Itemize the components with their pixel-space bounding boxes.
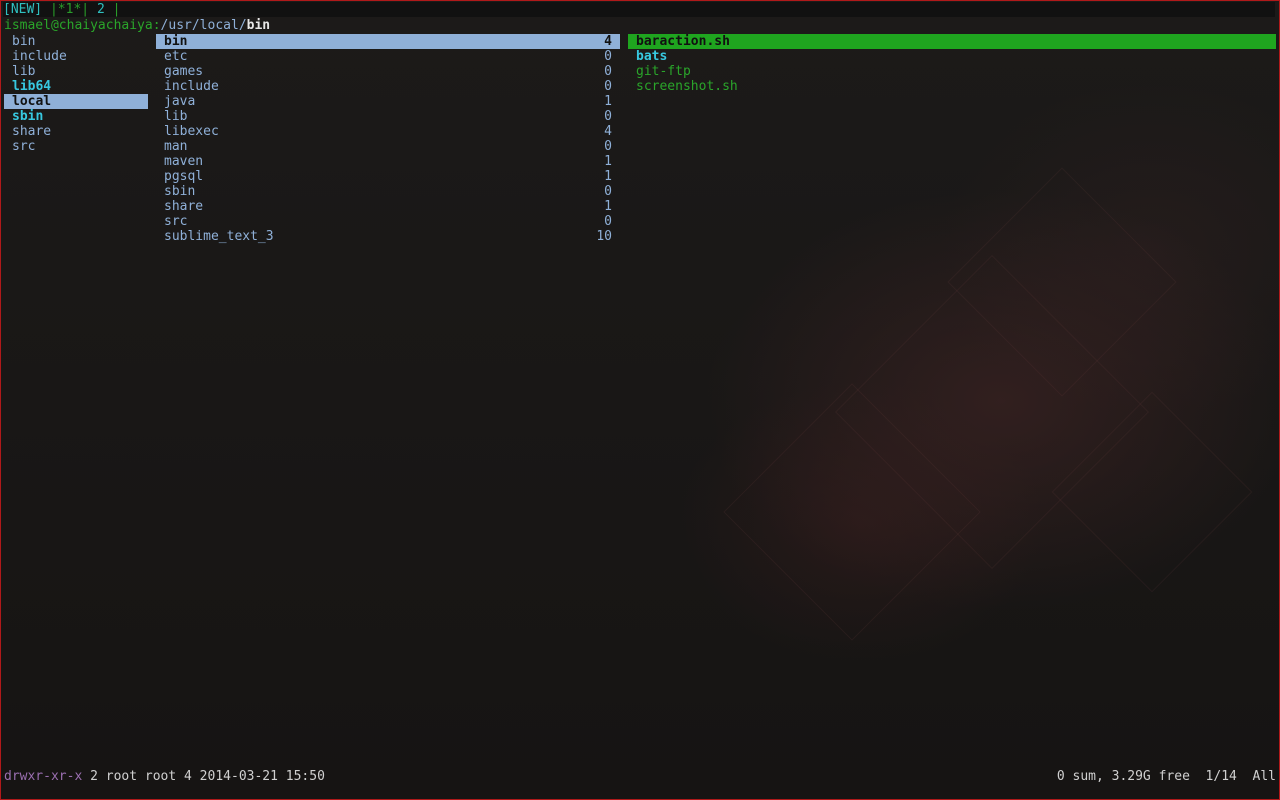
dir-item-share[interactable]: share 1 — [156, 199, 620, 214]
entry-name: games — [164, 64, 204, 79]
file-item-screenshot-sh[interactable]: screenshot.sh — [628, 79, 1276, 94]
parent-dir-item-src[interactable]: src — [4, 139, 148, 154]
entry-count: 0 — [604, 109, 612, 124]
parent-dir-item-sbin[interactable]: sbin — [4, 109, 148, 124]
dir-item-lib[interactable]: lib 0 — [156, 109, 620, 124]
permissions: drwxr-xr-x — [4, 769, 83, 784]
entry-name: src — [12, 139, 36, 154]
entry-count: 1 — [604, 199, 612, 214]
tab-new[interactable]: [NEW] — [3, 2, 42, 17]
entry-count: 0 — [604, 184, 612, 199]
entry-count: 0 — [604, 49, 612, 64]
entry-count: 0 — [604, 139, 612, 154]
dir-item-libexec[interactable]: libexec 4 — [156, 124, 620, 139]
entry-name: include — [12, 49, 67, 64]
entry-name: screenshot.sh — [636, 79, 738, 94]
dir-item-src[interactable]: src 0 — [156, 214, 620, 229]
dir-item-pgsql[interactable]: pgsql 1 — [156, 169, 620, 184]
entry-name: etc — [164, 49, 188, 64]
entry-count: 0 — [604, 79, 612, 94]
parent-dir-item-local[interactable]: local — [4, 94, 148, 109]
entry-count: 1 — [604, 169, 612, 184]
entry-name: share — [12, 124, 52, 139]
entry-name: src — [164, 214, 188, 229]
entry-count: 10 — [596, 229, 612, 244]
tab-separator: | — [81, 2, 90, 17]
status-summary: 0 sum, 3.29G free 1/14 All — [1056, 769, 1276, 784]
file-item-git-ftp[interactable]: git-ftp — [628, 64, 1276, 79]
tab-bar: [NEW] |*1*| 2 | — [3, 2, 1275, 17]
entry-name: bats — [636, 49, 668, 64]
dir-item-include[interactable]: include 0 — [156, 79, 620, 94]
entry-name: bin — [12, 34, 36, 49]
parent-dir-item-lib[interactable]: lib — [4, 64, 148, 79]
file-info: 2 root root 4 2014-03-21 15:50 — [82, 769, 325, 784]
dir-item-games[interactable]: games 0 — [156, 64, 620, 79]
entry-count: 1 — [604, 94, 612, 109]
file-item-bats[interactable]: bats — [628, 49, 1276, 64]
parent-dir-item-share[interactable]: share — [4, 124, 148, 139]
entry-count: 0 — [604, 214, 612, 229]
entry-name: local — [12, 94, 52, 109]
entry-count: 4 — [604, 34, 612, 49]
dir-item-etc[interactable]: etc 0 — [156, 49, 620, 64]
parent-dir-item-bin[interactable]: bin — [4, 34, 148, 49]
path-parent: /usr/local/ — [160, 18, 247, 33]
entry-name: git-ftp — [636, 64, 691, 79]
tab-separator: | — [112, 2, 121, 17]
entry-name: sbin — [164, 184, 196, 199]
parent-dir-item-include[interactable]: include — [4, 49, 148, 64]
entry-name: bin — [164, 34, 188, 49]
path-current: bin — [246, 18, 271, 33]
dir-item-man[interactable]: man 0 — [156, 139, 620, 154]
entry-name: libexec — [164, 124, 219, 139]
entry-name: sbin — [12, 109, 44, 124]
entry-name: lib — [12, 64, 36, 79]
parent-directory-column: bin include lib lib64 local sbin share src — [4, 34, 148, 154]
status-bar: drwxr-xr-x 2 root root 4 2014-03-21 15:5… — [4, 769, 1276, 784]
preview-column: baraction.sh bats git-ftp screenshot.sh — [628, 34, 1276, 94]
dir-item-sbin[interactable]: sbin 0 — [156, 184, 620, 199]
tab-separator: | — [49, 2, 58, 17]
user-host: ismael@chaiyachaiya: — [4, 18, 161, 33]
tab-2[interactable]: 2 — [97, 2, 105, 17]
dir-item-java[interactable]: java 1 — [156, 94, 620, 109]
current-directory-column: bin 4 etc 0 games 0 include 0 java 1 lib 0 libexec 4 m… — [156, 34, 620, 244]
entry-count: 4 — [604, 124, 612, 139]
path-bar: ismael@chaiyachaiya:/usr/local/bin — [4, 18, 270, 33]
dir-item-sublime_text_3[interactable]: sublime_text_3 10 — [156, 229, 620, 244]
entry-name: maven — [164, 154, 204, 169]
entry-count: 0 — [604, 64, 612, 79]
entry-name: pgsql — [164, 169, 204, 184]
dir-item-maven[interactable]: maven 1 — [156, 154, 620, 169]
file-item-baraction-sh[interactable]: baraction.sh — [628, 34, 1276, 49]
entry-name: include — [164, 79, 219, 94]
entry-count: 1 — [604, 154, 612, 169]
parent-dir-item-lib64[interactable]: lib64 — [4, 79, 148, 94]
terminal-window: [NEW] |*1*| 2 | ismael@chaiyachaiya:/usr… — [0, 0, 1280, 800]
entry-name: java — [164, 94, 196, 109]
entry-name: lib64 — [12, 79, 52, 94]
entry-name: sublime_text_3 — [164, 229, 274, 244]
entry-name: lib — [164, 109, 188, 124]
dir-item-bin[interactable]: bin 4 — [156, 34, 620, 49]
tab-1-active[interactable]: *1* — [58, 2, 81, 17]
entry-name: baraction.sh — [636, 34, 730, 49]
entry-name: man — [164, 139, 188, 154]
entry-name: share — [164, 199, 204, 214]
